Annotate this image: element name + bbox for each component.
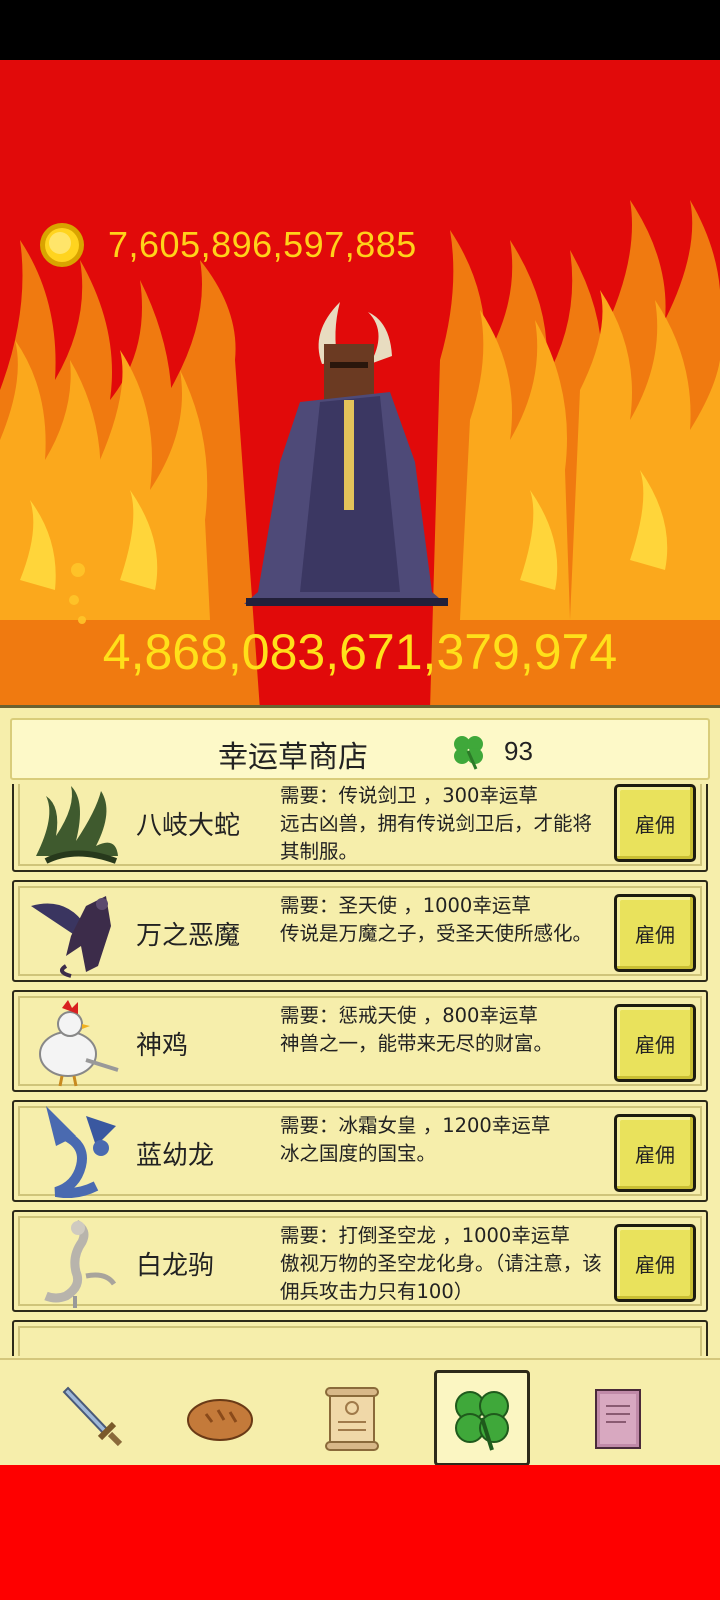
hire-button[interactable]: 雇佣	[614, 894, 696, 972]
gold-counter: 7,605,896,597,885	[38, 220, 417, 270]
book-icon	[595, 1389, 641, 1449]
battle-area[interactable]: 7,605,896,597,885 4,868,083,671,379,974	[0, 60, 720, 710]
mercenary-desc: 需要：传说剑卫 ，300幸运草 远古凶兽，拥有传说剑卫后，才能将其制服。	[280, 784, 610, 866]
mercenary-desc: 需要：惩戒天使 ，800幸运草 神兽之一，能带来无尽的财富。	[280, 1002, 610, 1058]
scroll-icon	[325, 1387, 379, 1451]
demon-icon	[31, 896, 111, 978]
mercenary-desc: 需要：冰霜女皇 ，1200幸运草 冰之国度的国宝。	[280, 1112, 610, 1168]
horned-demon-boss[interactable]	[240, 292, 460, 612]
mercenary-name: 神鸡	[136, 1031, 189, 1061]
sword-icon	[62, 1386, 123, 1447]
mercenary-name: 蓝幼龙	[136, 1141, 215, 1171]
shop-panel: 幸运草商店 93 八岐大蛇 需要：传说剑卫 ，300幸运草 远古凶兽，拥有传说剑…	[0, 705, 720, 1468]
tab-weapons[interactable]	[46, 1370, 142, 1466]
tab-clover-shop[interactable]	[434, 1370, 530, 1466]
list-item: 蓝幼龙 需要：冰霜女皇 ，1200幸运草 冰之国度的国宝。 雇佣	[12, 1100, 708, 1202]
list-item: 万之恶魔 需要：圣天使 ，1000幸运草 传说是万魔之子，受圣天使所感化。 雇佣	[12, 880, 708, 982]
mercenary-description: 冰之国度的国宝。	[280, 1142, 437, 1165]
mercenary-description: 传说是万魔之子，受圣天使所感化。	[280, 922, 593, 945]
mercenary-requirement: 需要：冰霜女皇 ，1200幸运草	[280, 1114, 551, 1137]
gold-coin-icon	[40, 223, 84, 267]
rooster-icon	[39, 1000, 119, 1087]
mercenary-desc: 需要：打倒圣空龙 ，1000幸运草 傲视万物的圣空龙化身。（请注意，该佣兵攻击力…	[280, 1222, 610, 1306]
boss-hp: 4,868,083,671,379,974	[102, 624, 618, 680]
mercenary-list[interactable]: 八岐大蛇 需要：传说剑卫 ，300幸运草 远古凶兽，拥有传说剑卫后，才能将其制服…	[0, 784, 720, 1356]
mercenary-description: 神兽之一，能带来无尽的财富。	[280, 1032, 554, 1055]
mercenary-description: 傲视万物的圣空龙化身。（请注意，该佣兵攻击力只有100）	[280, 1252, 602, 1303]
tab-scroll[interactable]	[304, 1370, 400, 1466]
eight-headed-serpent-icon	[36, 786, 118, 864]
mercenary-requirement: 需要：惩戒天使 ，800幸运草	[280, 1004, 538, 1027]
bottom-background	[0, 1465, 720, 1600]
shop-title: 幸运草商店	[218, 740, 368, 775]
tab-food[interactable]	[172, 1370, 268, 1466]
mercenary-name: 万之恶魔	[136, 921, 241, 951]
mercenary-requirement: 需要：打倒圣空龙 ，1000幸运草	[280, 1224, 570, 1247]
tab-book[interactable]	[570, 1370, 666, 1466]
clover-icon	[454, 736, 483, 770]
list-item	[12, 1320, 708, 1356]
white-dragon-icon	[44, 1219, 117, 1308]
mercenary-name: 白龙驹	[136, 1251, 215, 1281]
list-item: 八岐大蛇 需要：传说剑卫 ，300幸运草 远古凶兽，拥有传说剑卫后，才能将其制服…	[12, 784, 708, 872]
bread-icon	[187, 1399, 253, 1441]
clover-count: 93	[504, 736, 533, 766]
list-item: 神鸡 需要：惩戒天使 ，800幸运草 神兽之一，能带来无尽的财富。 雇佣	[12, 990, 708, 1092]
hire-button[interactable]: 雇佣	[614, 1004, 696, 1082]
blue-dragon-icon	[46, 1106, 116, 1198]
mercenary-requirement: 需要：传说剑卫 ，300幸运草	[280, 784, 538, 807]
mercenary-description: 远古凶兽，拥有传说剑卫后，才能将其制服。	[280, 812, 593, 863]
shop-header: 幸运草商店 93	[10, 718, 710, 780]
hire-button[interactable]: 雇佣	[614, 784, 696, 862]
mercenary-requirement: 需要：圣天使 ，1000幸运草	[280, 894, 531, 917]
hire-button[interactable]: 雇佣	[614, 1224, 696, 1302]
mercenary-desc: 需要：圣天使 ，1000幸运草 传说是万魔之子，受圣天使所感化。	[280, 892, 610, 948]
status-bar	[0, 0, 720, 60]
mercenary-name: 八岐大蛇	[136, 811, 241, 841]
clover-icon	[455, 1391, 509, 1451]
hire-button[interactable]: 雇佣	[614, 1114, 696, 1192]
gold-amount: 7,605,896,597,885	[108, 224, 417, 265]
list-item: 白龙驹 需要：打倒圣空龙 ，1000幸运草 傲视万物的圣空龙化身。（请注意，该佣…	[12, 1210, 708, 1312]
bottom-tab-bar	[0, 1358, 720, 1468]
